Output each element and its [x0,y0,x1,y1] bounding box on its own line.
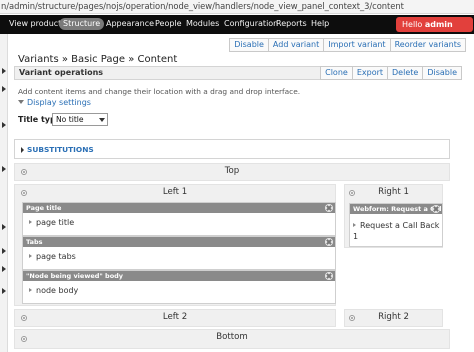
region-right-2: Right 2 [344,309,443,327]
close-icon[interactable] [432,205,440,213]
title-type-value: No title [56,115,84,124]
close-icon[interactable] [325,272,333,280]
pane-title: Page title [23,203,335,213]
add-variant-button[interactable]: Add variant [268,38,325,52]
toolbar-item-help[interactable]: Help [307,18,333,30]
pane-title: Tabs [23,237,335,247]
variant-operation-buttons: Clone Export Delete Disable [320,66,462,80]
region-title-bottom: Bottom [216,332,248,342]
title-type-select[interactable]: No title [52,113,108,126]
region-top: Top [14,163,450,181]
arrow-right-icon[interactable] [2,248,6,254]
arrow-right-icon[interactable] [2,86,6,92]
arrow-right-icon[interactable] [2,224,6,230]
disable-variant-button[interactable]: Disable [229,38,269,52]
pane-node-body[interactable]: "Node being viewed" body node body [22,270,336,304]
toolbar-item-appearance[interactable]: Appearance [102,18,158,30]
export-button[interactable]: Export [352,66,389,80]
arrow-right-icon[interactable] [2,288,6,294]
pane-body-text: page tabs [36,252,76,261]
pane-title: Webform: Request a Call [350,204,442,214]
drag-handle-icon[interactable] [29,288,32,292]
pane-body-text-2: 1 [353,232,359,241]
pane-body-text: Request a Call Back [360,221,440,230]
variant-operations-bar: Variant operations Clone Export Delete D… [14,66,462,80]
clone-button[interactable]: Clone [320,66,353,80]
toolbar-item-structure[interactable]: Structure [59,18,105,30]
display-settings-label: Display settings [27,98,91,107]
region-title-left-2: Left 2 [162,312,188,322]
delete-button[interactable]: Delete [388,66,424,80]
drag-handle-icon[interactable] [29,220,32,224]
username: admin [424,20,453,29]
pane-tabs[interactable]: Tabs page tabs [22,236,336,270]
close-icon[interactable] [325,238,333,246]
substitutions-fieldset[interactable]: SUBSTITUTIONS [14,139,450,159]
pane-body: node body [29,286,78,295]
display-settings-toggle[interactable]: Display settings [18,98,91,107]
region-left-2: Left 2 [14,309,336,327]
triangle-down-icon [18,100,24,104]
page-title: Variants » Basic Page » Content [18,54,178,65]
pane-page-title[interactable]: Page title page title [22,202,336,236]
region-bottom: Bottom [14,329,450,349]
region-right-1: Right 1 Webform: Request a Call Request … [344,184,443,248]
pane-body: page tabs [29,252,76,261]
pane-body-text: node body [36,286,79,295]
pane-title: "Node being viewed" body [23,271,335,281]
help-text: Add content items and change their locat… [18,87,301,96]
arrow-right-icon[interactable] [2,166,6,172]
triangle-right-icon [21,147,24,153]
close-icon[interactable] [325,204,333,212]
variant-operations-title: Variant operations [19,68,104,77]
address-bar[interactable]: n/admin/structure/pages/nojs/operation/n… [0,0,474,14]
pane-body-text: page title [36,218,75,227]
pane-webform[interactable]: Webform: Request a Call Request a Call B… [349,203,443,247]
reorder-variants-button[interactable]: Reorder variants [390,38,466,52]
region-left-1: Left 1 Page title page title Tabs page t… [14,184,336,306]
arrow-right-icon[interactable] [2,122,6,128]
pane-body: Request a Call Back 1 [353,220,439,242]
variant-actions: Disable Add variant Import variant Reord… [229,38,466,52]
admin-toolbar: View products Structure Appearance Peopl… [0,15,474,34]
substitutions-label: SUBSTITUTIONS [27,145,94,154]
chevron-down-icon [99,118,105,122]
toolbar-item-modules[interactable]: Modules [182,18,223,30]
arrow-right-icon[interactable] [2,266,6,272]
url-text: n/admin/structure/pages/nojs/operation/n… [1,1,404,11]
toolbar-item-reports[interactable]: Reports [272,18,311,30]
disable-button[interactable]: Disable [423,66,462,80]
user-greeting: Hello [402,20,425,29]
region-title-right-1: Right 1 [378,187,409,197]
toolbar-item-people[interactable]: People [151,18,186,30]
region-title-top: Top [224,166,240,176]
drag-handle-icon[interactable] [353,223,356,227]
region-title-left-1: Left 1 [162,187,188,197]
pane-body: page title [29,218,74,227]
left-gutter [0,34,8,352]
user-menu-button[interactable]: Hello admin [396,17,473,32]
import-variant-button[interactable]: Import variant [324,38,391,52]
region-title-right-2: Right 2 [378,312,409,322]
arrow-right-icon[interactable] [2,68,6,74]
drag-handle-icon[interactable] [29,254,32,258]
